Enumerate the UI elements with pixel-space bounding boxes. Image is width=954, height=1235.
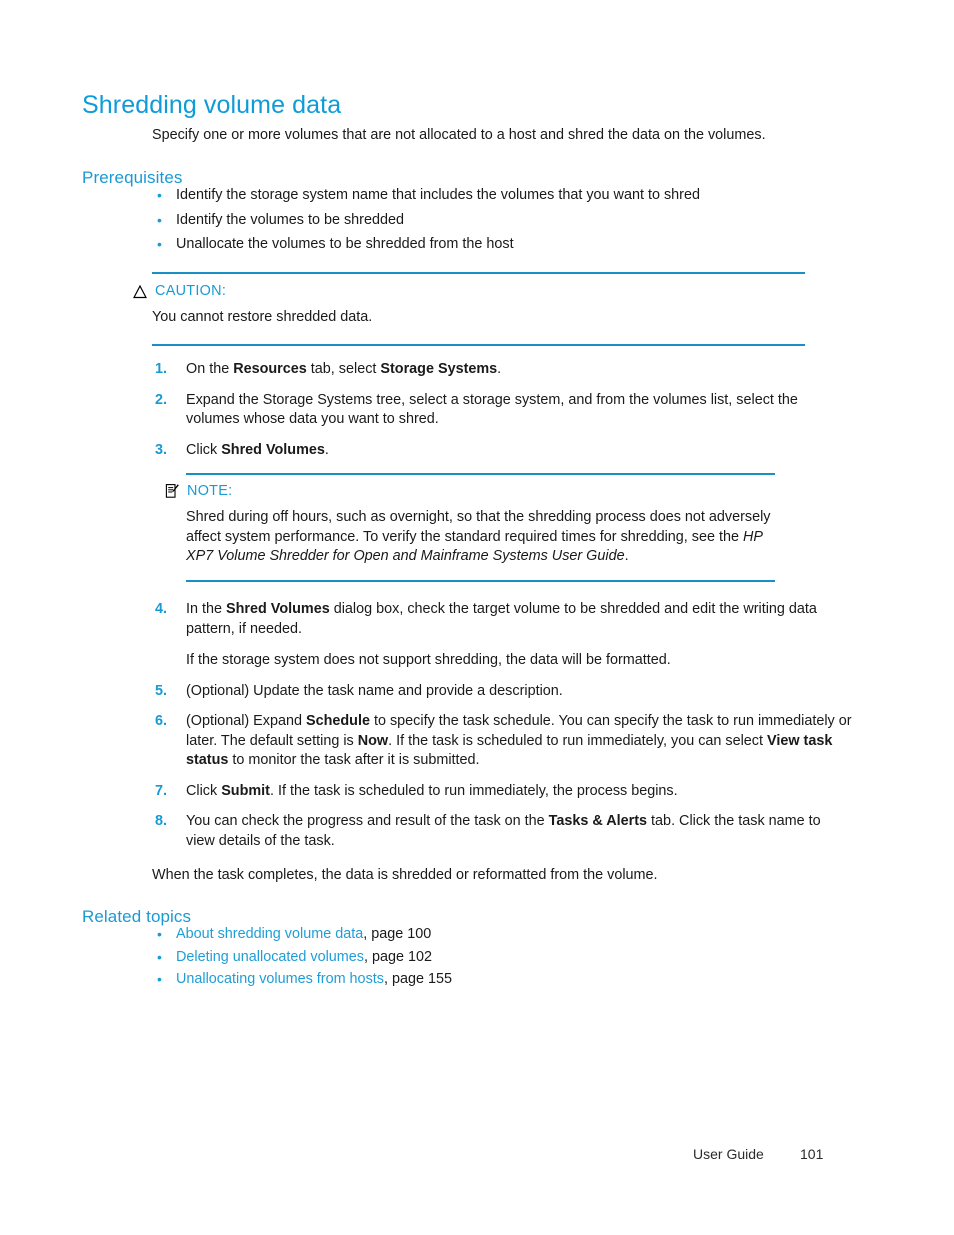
step-text: You can check the progress and result of… [186,813,821,849]
steps-list-upper: 1. On the Resources tab, select Storage S… [152,360,852,471]
step-number: 7. [155,782,168,799]
step-number: 4. [155,601,168,617]
list-item: • Unallocate the volumes to be shredded … [152,235,852,255]
step-emphasis: Submit [221,782,270,799]
note-body: Shred during off hours, such as overnigh… [186,508,775,567]
step-emphasis: Shred Volumes [226,601,330,617]
step-emphasis: Resources [233,361,307,377]
step-text: Click Shred Volumes. [186,441,329,458]
note-body-part1: Shred during off hours, such as overnigh… [186,509,771,545]
warning-triangle-icon [133,284,147,299]
note-title: NOTE: [187,483,233,499]
caution-title: CAUTION: [155,283,227,299]
step-emphasis: Storage Systems [380,361,498,377]
note-rule-top [186,473,775,475]
list-item-label: Identify the volumes to be shredded [176,211,404,228]
list-item: • Identify the volumes to be shredded [152,211,852,231]
bullet-dot-icon: • [157,948,162,965]
note-admonition: NOTE: Shred during off hours, such as ov… [133,473,783,582]
step-emphasis: Schedule [306,713,370,729]
prerequisites-list: • Identify the storage system name that … [152,186,852,260]
caution-body: You cannot restore shredded data. [152,309,373,325]
step-emphasis: Now [357,732,389,749]
step-text: Click Submit. If the task is scheduled t… [186,782,678,799]
caution-header: CAUTION: [133,283,808,300]
related-topic-page: , page 155 [383,971,452,987]
bullet-dot-icon: • [157,971,162,987]
step-text: In the Shred Volumes dialog box, check t… [186,601,817,637]
note-clipboard-icon [165,483,179,499]
footer-page-number: 101 [800,1146,824,1162]
note-body-part2: . [624,548,629,564]
step-number: 6. [155,713,168,729]
related-topic-page: , page 102 [364,948,433,965]
step-emphasis: Shred Volumes [221,441,325,458]
caution-rule-bottom [152,343,805,346]
intro-paragraph: Specify one or more volumes that are not… [152,127,766,144]
closing-paragraph: When the task completes, the data is shr… [152,867,658,884]
document-page: Shredding volume data Specify one or mor… [0,0,954,1235]
related-topic-page: , page 100 [363,926,432,942]
step-item: 2. Expand the Storage Systems tree, selec… [152,391,852,430]
step-item: 5. (Optional) Update the task name and pr… [152,682,852,702]
step-number: 5. [155,682,168,699]
bullet-dot-icon: • [157,236,162,252]
footer-label: User Guide [693,1146,764,1162]
step-item: 4. In the Shred Volumes dialog box, check… [152,600,852,671]
bullet-dot-icon: • [157,187,162,203]
step-text: On the Resources tab, select Storage Sys… [186,361,502,377]
note-header: NOTE: [165,483,783,500]
steps-list-lower: 4. In the Shred Volumes dialog box, check… [152,600,852,862]
list-item-label: Identify the storage system name that in… [176,187,700,203]
page-title: Shredding volume data [82,90,342,119]
related-topic-link[interactable]: Deleting unallocated volumes [176,949,364,965]
related-topic-link[interactable]: About shredding volume data [176,926,363,942]
list-item-label: Unallocate the volumes to be shredded fr… [176,236,514,252]
step-item: 1. On the Resources tab, select Storage S… [152,360,852,380]
list-item: • Deleting unallocated volumes, page 102 [152,948,852,968]
step-number: 3. [155,441,168,458]
step-number: 2. [155,391,168,408]
step-item: 6. (Optional) Expand Schedule to specify … [152,712,852,771]
related-topics-list: • About shredding volume data, page 100 … [152,925,852,993]
step-emphasis: Tasks & Alerts [548,813,648,829]
list-item: • About shredding volume data, page 100 [152,925,852,945]
caution-admonition: CAUTION: You cannot restore shredded dat… [133,272,808,346]
bullet-dot-icon: • [157,926,162,942]
step-item: 3. Click Shred Volumes. [152,441,852,461]
note-rule-bottom [186,579,775,582]
step-text: Expand the Storage Systems tree, select … [186,391,798,428]
bullet-dot-icon: • [157,211,162,228]
step-item: 7. Click Submit. If the task is scheduled… [152,782,852,802]
list-item: • Unallocating volumes from hosts, page … [152,970,852,990]
step-item: 8. You can check the progress and result … [152,812,852,851]
step-text: (Optional) Expand Schedule to specify th… [186,713,852,768]
caution-rule-top [152,272,805,274]
list-item: • Identify the storage system name that … [152,186,852,206]
related-topic-link[interactable]: Unallocating volumes from hosts [176,971,384,987]
step-subparagraph: If the storage system does not support s… [186,652,671,668]
step-text: (Optional) Update the task name and prov… [186,682,563,699]
step-number: 1. [155,361,168,377]
step-number: 8. [155,813,168,829]
